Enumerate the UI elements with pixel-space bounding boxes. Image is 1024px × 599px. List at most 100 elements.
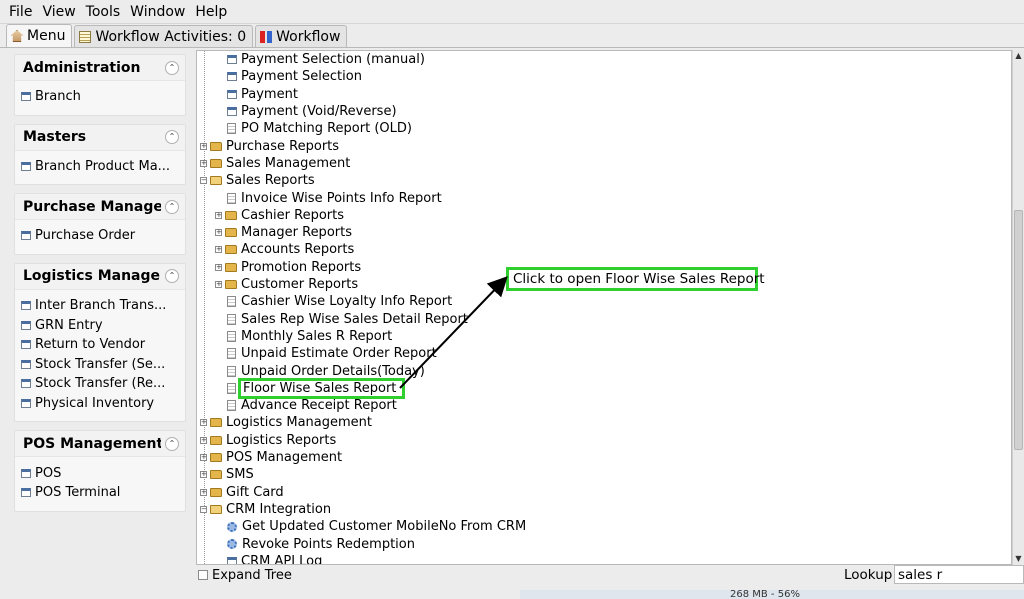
menu-group-item-label: Inter Branch Trans... <box>35 298 167 314</box>
folder-icon <box>225 280 237 290</box>
menu-group-item[interactable]: Branch Product Ma... <box>21 157 185 177</box>
tree-node[interactable]: − CRM Integration <box>200 501 331 518</box>
menu-group-item[interactable]: Physical Inventory <box>21 394 185 414</box>
document-icon <box>227 348 236 360</box>
expand-node-icon[interactable]: + <box>200 454 207 462</box>
tree-node-label: Advance Receipt Report <box>241 398 397 414</box>
expand-node-icon[interactable]: + <box>200 436 207 444</box>
folder-open-icon <box>210 176 222 186</box>
tab-workflow-activities[interactable]: Workflow Activities: 0 <box>74 25 254 47</box>
menu-group-header[interactable]: Masters ⌃ <box>15 124 185 151</box>
document-icon <box>227 330 236 342</box>
expand-node-icon[interactable]: + <box>200 488 207 496</box>
folder-open-icon <box>210 504 222 514</box>
menu-group-item-label: Stock Transfer (Se... <box>35 356 166 372</box>
tree-node[interactable]: + Gift Card <box>200 484 284 501</box>
folder-icon <box>225 262 237 272</box>
tree-node[interactable]: Payment <box>227 86 298 103</box>
tree-node[interactable]: CRM API Log <box>227 553 322 564</box>
menu-view[interactable]: View <box>37 4 80 20</box>
scroll-up-icon[interactable]: ▲ <box>1013 50 1024 62</box>
tree-node[interactable]: PO Matching Report (OLD) <box>227 120 412 137</box>
tab-menu[interactable]: Menu <box>6 24 73 47</box>
collapse-node-icon[interactable]: − <box>200 505 207 513</box>
collapse-icon[interactable]: ⌃ <box>165 199 179 214</box>
tree-node[interactable]: + Customer Reports <box>215 276 358 293</box>
tree-node[interactable]: Monthly Sales R Report <box>227 328 392 345</box>
tree-node[interactable]: Cashier Wise Loyalty Info Report <box>227 293 452 310</box>
collapse-icon[interactable]: ⌃ <box>165 269 179 284</box>
menu-group-item[interactable]: Stock Transfer (Se... <box>21 355 185 375</box>
menu-group-item[interactable]: Inter Branch Trans... <box>21 296 185 316</box>
tree-node[interactable]: + Cashier Reports <box>215 207 344 224</box>
expand-node-icon[interactable]: + <box>200 159 207 167</box>
document-icon <box>227 313 236 325</box>
menu-group-item[interactable]: POS Terminal <box>21 483 185 503</box>
tab-menu-label: Menu <box>27 28 66 44</box>
tree-node[interactable]: Advance Receipt Report <box>227 397 397 414</box>
tab-workflow[interactable]: Workflow <box>255 25 348 47</box>
collapse-icon[interactable]: ⌃ <box>165 436 179 451</box>
tree-node[interactable]: + Logistics Reports <box>200 432 336 449</box>
tree-node[interactable]: + Promotion Reports <box>215 259 361 276</box>
tree-node-floor-wise-sales-report[interactable]: Floor Wise Sales Report <box>227 377 406 399</box>
tree-node-label: Payment Selection <box>241 69 362 85</box>
menu-group-header[interactable]: Purchase Manage... ⌃ <box>15 194 185 221</box>
tree-node[interactable]: + Accounts Reports <box>215 241 354 258</box>
menu-tools[interactable]: Tools <box>81 4 126 20</box>
tree-node-label: Unpaid Order Details(Today) <box>241 363 425 379</box>
tree-vertical-scrollbar[interactable]: ▲ ▼ <box>1012 50 1024 565</box>
tree-node[interactable]: + SMS <box>200 466 254 483</box>
menu-group-item[interactable]: Stock Transfer (Re... <box>21 374 185 394</box>
menu-group-item[interactable]: Purchase Order <box>21 226 185 246</box>
tree-node-label: Purchase Reports <box>226 138 340 154</box>
tree-node[interactable]: + Logistics Management <box>200 414 372 431</box>
expand-node-icon[interactable]: + <box>215 281 222 289</box>
tree-node[interactable]: Unpaid Order Details(Today) <box>227 362 425 379</box>
window-icon <box>21 231 31 241</box>
tree-node[interactable]: Get Updated Customer MobileNo From CRM <box>227 518 526 535</box>
tree-node[interactable]: Sales Rep Wise Sales Detail Report <box>227 311 468 328</box>
tree-node[interactable]: Payment Selection <box>227 68 362 85</box>
expand-node-icon[interactable]: + <box>215 246 222 254</box>
expand-node-icon[interactable]: + <box>200 142 207 150</box>
collapse-icon[interactable]: ⌃ <box>165 60 179 75</box>
tree-node[interactable]: Revoke Points Redemption <box>227 535 415 552</box>
tree-node[interactable]: − Sales Reports <box>200 172 315 189</box>
menu-group-header[interactable]: Administration ⌃ <box>15 55 185 81</box>
menu-group-item[interactable]: POS <box>21 463 185 483</box>
expand-node-icon[interactable]: + <box>200 471 207 479</box>
menu-group-item[interactable]: GRN Entry <box>21 315 185 335</box>
expand-node-icon[interactable]: + <box>215 263 222 271</box>
tree-node[interactable]: + POS Management <box>200 449 342 466</box>
collapse-icon[interactable]: ⌃ <box>165 130 179 145</box>
expand-node-icon[interactable]: + <box>200 419 207 427</box>
bottom-bar: Expand Tree Lookup <box>196 565 1024 585</box>
tree-node[interactable]: Invoice Wise Points Info Report <box>227 189 442 206</box>
expand-node-icon[interactable]: + <box>215 229 222 237</box>
window-icon <box>21 488 31 498</box>
tree-node[interactable]: + Sales Management <box>200 155 350 172</box>
menu-window[interactable]: Window <box>125 4 190 20</box>
tree-node[interactable]: Payment (Void/Reverse) <box>227 103 397 120</box>
scroll-thumb[interactable] <box>1014 210 1023 450</box>
tree-node[interactable]: + Manager Reports <box>215 224 352 241</box>
expand-tree-checkbox[interactable] <box>198 570 208 580</box>
menu-group-header[interactable]: Logistics Manage... ⌃ <box>15 263 185 290</box>
lookup-input[interactable] <box>894 565 1024 584</box>
tree-node[interactable]: Unpaid Estimate Order Report <box>227 345 437 362</box>
menu-file[interactable]: File <box>4 4 37 20</box>
menu-group-item[interactable]: Branch <box>21 87 185 107</box>
menu-group-item[interactable]: Return to Vendor <box>21 335 185 355</box>
menu-group-item-label: Stock Transfer (Re... <box>35 376 166 392</box>
menu-help[interactable]: Help <box>190 4 232 20</box>
tree-node[interactable]: + Purchase Reports <box>200 138 339 155</box>
tree-node[interactable]: Payment Selection (manual) <box>227 51 425 68</box>
scroll-down-icon[interactable]: ▼ <box>1013 553 1024 565</box>
expand-node-icon[interactable]: + <box>215 211 222 219</box>
window-icon <box>21 340 31 350</box>
menu-group-header[interactable]: POS Management ⌃ <box>15 431 185 458</box>
collapse-node-icon[interactable]: − <box>200 177 207 185</box>
expand-tree-label[interactable]: Expand Tree <box>212 568 292 583</box>
document-icon <box>227 123 236 135</box>
